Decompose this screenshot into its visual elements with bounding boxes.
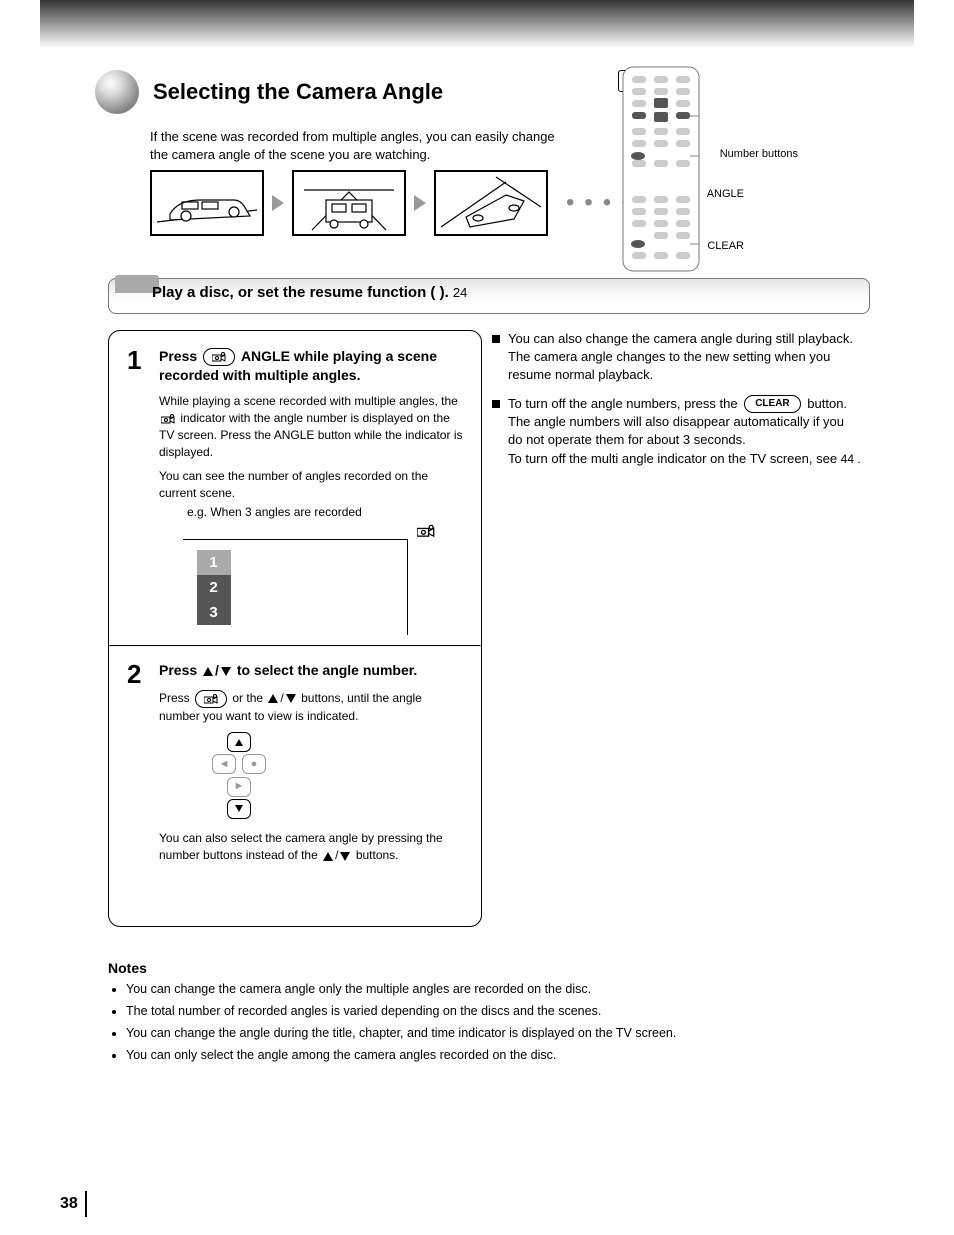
- angle-button-icon: [195, 690, 227, 708]
- s2-rest: to select the angle number.: [237, 662, 418, 678]
- camera-icon: [161, 414, 175, 424]
- side-note-2: To turn off the angle numbers, press the…: [508, 395, 862, 468]
- instruction-bar-text: Play a disc, or set the resume function …: [152, 284, 852, 301]
- bullet-square-icon: [492, 335, 500, 343]
- s2-or-c: /: [280, 691, 283, 705]
- s2-or-a: Press: [159, 691, 190, 705]
- down-triangle-icon: [286, 694, 296, 703]
- step1-note-b: indicator with the angle number is displ…: [159, 411, 462, 459]
- step1-angle: ANGLE: [241, 348, 290, 364]
- side-notes: You can also change the camera angle dur…: [492, 330, 862, 478]
- s2-also-a: You can also select the camera angle by …: [159, 831, 443, 862]
- page-number: 38: [60, 1195, 78, 1213]
- arrow-icon: [272, 195, 284, 211]
- page-subtitle: If the scene was recorded from multiple …: [150, 128, 570, 163]
- angle-number-list: 1 2 3: [197, 550, 231, 625]
- sphere-bullet-icon: [95, 70, 139, 114]
- s2-press: Press: [159, 662, 197, 678]
- car-angle-thumb-1: [150, 170, 264, 236]
- up-triangle-icon: [268, 694, 278, 703]
- header-gradient: [40, 0, 914, 48]
- angle-option-2: 2: [197, 575, 231, 600]
- step-1-body: Press ANGLE while playing a scene record…: [159, 347, 463, 501]
- car-angle-thumb-2: [292, 170, 406, 236]
- s2-also-b: /: [335, 848, 338, 862]
- page-title: Selecting the Camera Angle: [153, 79, 443, 105]
- s2-or-b: or the: [232, 691, 263, 705]
- up-triangle-icon: [323, 852, 333, 861]
- down-triangle-icon: [221, 667, 231, 676]
- title-row: Selecting the Camera Angle: [95, 70, 443, 114]
- remote-label-angle: ANGLE: [707, 188, 744, 200]
- note-item: You can change the camera angle only the…: [126, 980, 886, 998]
- remote-label-clear: CLEAR: [707, 240, 744, 252]
- steps-box: 1 Press ANGLE while playing a scene reco…: [108, 330, 482, 927]
- remote-diagram: [622, 66, 700, 272]
- notes-heading: Notes: [108, 960, 147, 976]
- sn2-a: To turn off the angle numbers, press the: [508, 396, 738, 411]
- step1-note-a: While playing a scene recorded with mult…: [159, 394, 458, 408]
- down-triangle-icon: [340, 852, 350, 861]
- up-triangle-icon: [203, 667, 213, 676]
- remote-label-numbers: Number buttons: [720, 148, 798, 160]
- dpad-right-icon: ►: [227, 777, 251, 797]
- note-item: You can change the angle during the titl…: [126, 1024, 886, 1042]
- angle-thumbnails: •••••: [150, 170, 658, 236]
- step-2-section: 2 Press / to select the angle number. Pr…: [109, 647, 481, 875]
- s2-also-c: buttons.: [356, 848, 399, 862]
- step-1-section: 1 Press ANGLE while playing a scene reco…: [109, 331, 481, 645]
- notes-list: You can change the camera angle only the…: [108, 980, 886, 1069]
- car-angle-thumb-3: [434, 170, 548, 236]
- camera-icon: [204, 694, 218, 704]
- step1-cansee: You can see the number of angles recorde…: [159, 468, 463, 500]
- step-number-2: 2: [127, 661, 159, 865]
- camera-icon: [417, 524, 435, 538]
- angle-button-icon: [203, 348, 235, 366]
- bar-text-span: Play a disc, or set the resume function …: [152, 284, 449, 301]
- step1-press: Press: [159, 348, 197, 364]
- camera-icon: [212, 352, 226, 362]
- dpad-illustration: ◄ ● ►: [199, 731, 463, 820]
- sn2-c: To turn off the multi angle indicator on…: [508, 451, 837, 466]
- example-caption: e.g. When 3 angles are recorded: [187, 505, 463, 519]
- step1-while: while playing a scene recorded with mult…: [159, 348, 437, 383]
- step-number-1: 1: [127, 347, 159, 373]
- angle-option-1: 1: [197, 550, 231, 575]
- step-2-body: Press / to select the angle number. Pres…: [159, 661, 463, 865]
- page-number-divider: [85, 1191, 87, 1217]
- note-item: You can only select the angle among the …: [126, 1046, 886, 1064]
- dpad-left-icon: ◄: [212, 754, 236, 774]
- angle-option-3: 3: [197, 600, 231, 625]
- side-note-1: You can also change the camera angle dur…: [508, 330, 862, 385]
- dpad-up-icon: [227, 732, 251, 752]
- arrow-icon: [414, 195, 426, 211]
- clear-button-icon: CLEAR: [744, 395, 800, 413]
- onscreen-display: 1 2 3: [183, 539, 408, 635]
- dpad-down-icon: [227, 799, 251, 819]
- dpad-center-icon: ●: [242, 754, 266, 774]
- s2-slash: /: [215, 662, 219, 678]
- bullet-square-icon: [492, 400, 500, 408]
- note-item: The total number of recorded angles is v…: [126, 1002, 886, 1020]
